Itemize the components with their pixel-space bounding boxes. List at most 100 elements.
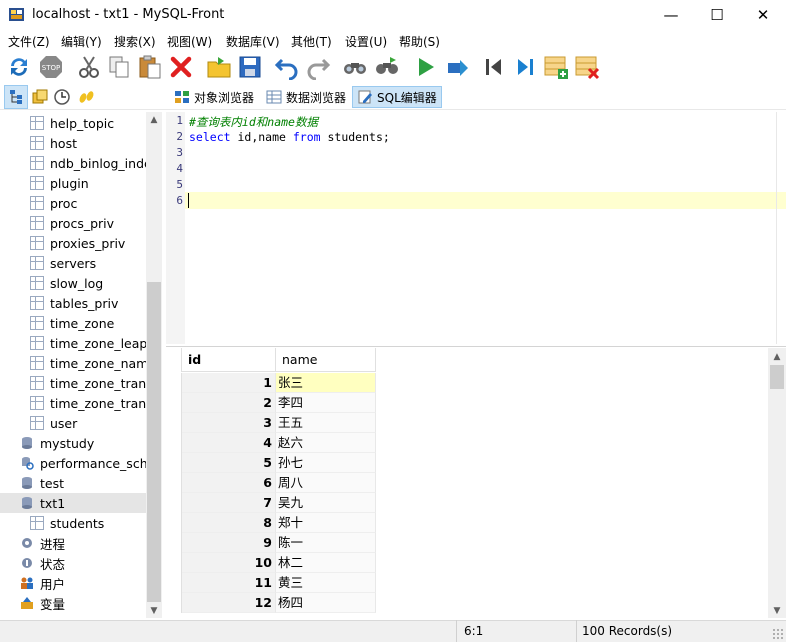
grid-cell-id[interactable]: 5 xyxy=(182,453,276,473)
grid-cell-id[interactable]: 12 xyxy=(182,593,276,613)
row-indicator[interactable] xyxy=(166,393,182,413)
menu-settings[interactable]: 设置(U) xyxy=(345,33,387,50)
tree-item-users[interactable]: 用户 xyxy=(0,573,146,593)
grid-cell-name[interactable]: 李四 xyxy=(276,393,376,413)
undo-icon[interactable] xyxy=(274,54,300,80)
close-button[interactable]: ✕ xyxy=(740,0,786,30)
grid-scroll-thumb[interactable] xyxy=(770,365,784,389)
grid-cell-id[interactable]: 2 xyxy=(182,393,276,413)
grid-cell-id[interactable]: 11 xyxy=(182,573,276,593)
paste-icon[interactable] xyxy=(137,54,163,80)
resize-grip-icon[interactable] xyxy=(772,628,784,640)
tab-data-browser[interactable]: 数据浏览器 xyxy=(262,86,350,108)
menu-view[interactable]: 视图(W) xyxy=(167,33,212,50)
row-indicator[interactable] xyxy=(166,593,182,613)
sidebar-scroll-thumb[interactable] xyxy=(147,282,161,602)
row-indicator[interactable] xyxy=(166,513,182,533)
grid-cell-name[interactable]: 孙七 xyxy=(276,453,376,473)
tree-item-table[interactable]: procs_priv xyxy=(0,213,146,233)
replace-icon[interactable] xyxy=(374,54,400,80)
tree-item-students[interactable]: students xyxy=(0,513,146,533)
grid-cell-name[interactable]: 陈一 xyxy=(276,533,376,553)
tree-item-variables[interactable]: 变量 xyxy=(0,593,146,613)
minimize-button[interactable]: — xyxy=(648,0,694,30)
redo-icon[interactable] xyxy=(305,54,331,80)
last-record-icon[interactable] xyxy=(512,54,538,80)
menu-help[interactable]: 帮助(S) xyxy=(399,33,440,50)
row-indicator[interactable] xyxy=(166,553,182,573)
tree-item-table[interactable]: help_topic xyxy=(0,113,146,133)
tree-item-txt1[interactable]: txt1 xyxy=(0,493,146,513)
delete-icon[interactable] xyxy=(168,54,194,80)
history-clock-icon[interactable] xyxy=(53,88,71,106)
grid-cell-id[interactable]: 7 xyxy=(182,493,276,513)
column-header-name[interactable]: name xyxy=(276,348,376,372)
menu-edit[interactable]: 编辑(Y) xyxy=(61,33,102,50)
open-file-icon[interactable] xyxy=(206,54,232,80)
row-indicator[interactable] xyxy=(166,453,182,473)
tree-item-status[interactable]: 状态 xyxy=(0,553,146,573)
tree-item-table[interactable]: proc xyxy=(0,193,146,213)
favorites-icon[interactable] xyxy=(31,88,49,106)
tree-item-mystudy[interactable]: mystudy xyxy=(0,433,146,453)
row-indicator[interactable] xyxy=(166,533,182,553)
save-icon[interactable] xyxy=(237,54,263,80)
grid-cell-id[interactable]: 1 xyxy=(182,373,276,393)
tree-item-table[interactable]: time_zone_transi xyxy=(0,373,146,393)
grid-cell-name[interactable]: 郑十 xyxy=(276,513,376,533)
first-record-icon[interactable] xyxy=(481,54,507,80)
row-indicator[interactable] xyxy=(166,433,182,453)
sql-editor[interactable] xyxy=(166,112,786,344)
tree-item-processes[interactable]: 进程 xyxy=(0,533,146,553)
find-icon[interactable] xyxy=(342,54,368,80)
tree-item-table[interactable]: plugin xyxy=(0,173,146,193)
grid-cell-name[interactable]: 林二 xyxy=(276,553,376,573)
tree-item-table[interactable]: host xyxy=(0,133,146,153)
grid-cell-id[interactable]: 9 xyxy=(182,533,276,553)
tree-item-table[interactable]: ndb_binlog_inde xyxy=(0,153,146,173)
grid-cell-name[interactable]: 王五 xyxy=(276,413,376,433)
grid-cell-id[interactable]: 4 xyxy=(182,433,276,453)
run-selection-icon[interactable] xyxy=(445,54,471,80)
menu-other[interactable]: 其他(T) xyxy=(291,33,332,50)
tree-item-table[interactable]: time_zone_leap_s xyxy=(0,333,146,353)
refresh-icon[interactable] xyxy=(6,54,32,80)
tree-item-performance-schema[interactable]: performance_sche xyxy=(0,453,146,473)
grid-cell-name[interactable]: 张三 xyxy=(276,373,376,393)
menu-search[interactable]: 搜索(X) xyxy=(114,33,156,50)
grid-cell-id[interactable]: 6 xyxy=(182,473,276,493)
grid-cell-id[interactable]: 3 xyxy=(182,413,276,433)
delete-record-icon[interactable] xyxy=(574,54,600,80)
tree-item-table[interactable]: user xyxy=(0,413,146,433)
grid-cell-id[interactable]: 8 xyxy=(182,513,276,533)
row-indicator[interactable] xyxy=(166,573,182,593)
tree-item-table[interactable]: tables_priv xyxy=(0,293,146,313)
tree-item-table[interactable]: time_zone_name xyxy=(0,353,146,373)
tab-object-browser[interactable]: 对象浏览器 xyxy=(170,86,258,108)
sql-history-icon[interactable] xyxy=(77,88,95,106)
stop-icon[interactable]: STOP xyxy=(38,54,64,80)
run-icon[interactable] xyxy=(412,54,438,80)
tree-item-table[interactable]: time_zone xyxy=(0,313,146,333)
grid-cell-name[interactable]: 赵六 xyxy=(276,433,376,453)
grid-cell-name[interactable]: 杨四 xyxy=(276,593,376,613)
column-header-id[interactable]: id xyxy=(182,348,276,372)
maximize-button[interactable]: ☐ xyxy=(694,0,740,30)
row-indicator[interactable] xyxy=(166,473,182,493)
copy-icon[interactable] xyxy=(106,54,132,80)
sidebar-scrollbar[interactable]: ▲ ▼ xyxy=(146,112,162,618)
tree-item-table[interactable]: servers xyxy=(0,253,146,273)
tree-item-test[interactable]: test xyxy=(0,473,146,493)
tree-item-table[interactable]: time_zone_transi xyxy=(0,393,146,413)
grid-cell-id[interactable]: 10 xyxy=(182,553,276,573)
row-indicator[interactable] xyxy=(166,373,182,393)
grid-cell-name[interactable]: 黄三 xyxy=(276,573,376,593)
menu-database[interactable]: 数据库(V) xyxy=(226,33,280,50)
grid-cell-name[interactable]: 吴九 xyxy=(276,493,376,513)
tree-item-table[interactable]: slow_log xyxy=(0,273,146,293)
tab-sql-editor[interactable]: SQL编辑器 xyxy=(352,86,442,108)
cut-icon[interactable] xyxy=(76,54,102,80)
tree-item-table[interactable]: proxies_priv xyxy=(0,233,146,253)
menu-file[interactable]: 文件(Z) xyxy=(8,33,50,50)
row-indicator[interactable] xyxy=(166,493,182,513)
